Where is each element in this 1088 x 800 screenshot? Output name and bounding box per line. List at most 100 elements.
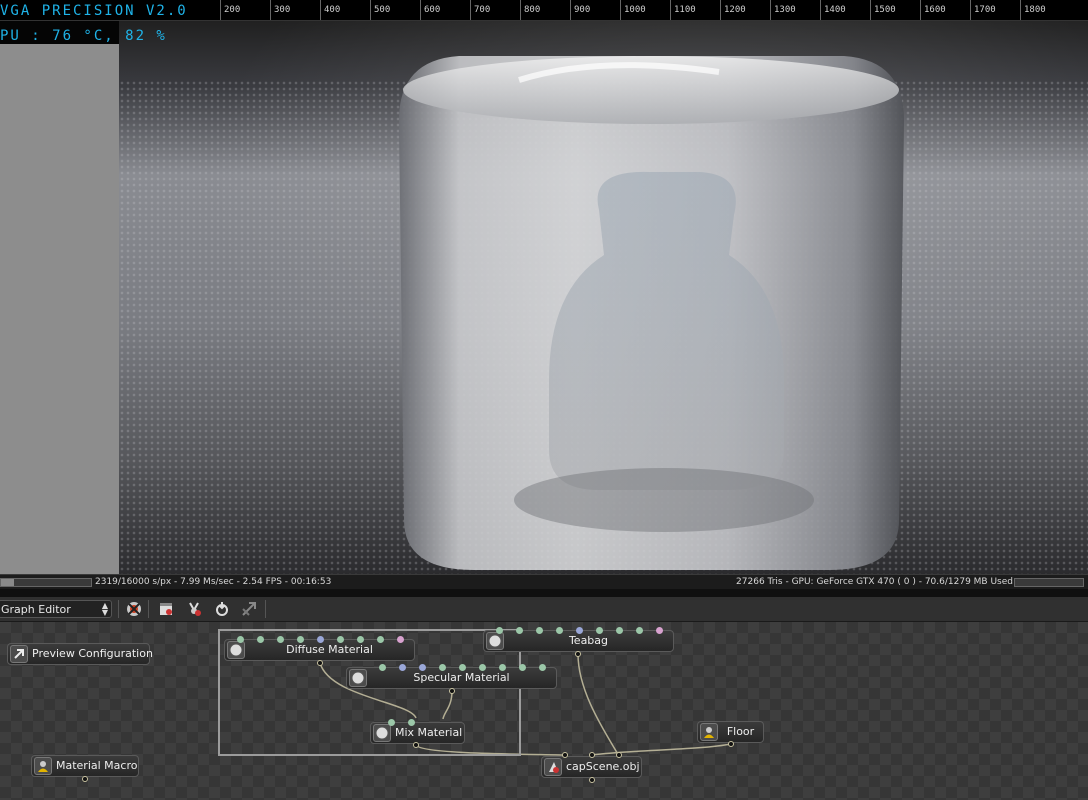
input-pin[interactable]: [499, 664, 506, 671]
node-label: Diffuse Material: [286, 643, 373, 656]
node-label: Material Macro: [56, 759, 138, 772]
input-pin[interactable]: [419, 664, 426, 671]
ruler-tick: 700: [470, 0, 490, 20]
render-button[interactable]: [155, 600, 177, 618]
import-icon: [216, 602, 228, 616]
input-pin[interactable]: [377, 636, 384, 643]
ruler-tick: 1700: [970, 0, 996, 20]
input-pin[interactable]: [237, 636, 244, 643]
node-specular-material[interactable]: Specular Material: [346, 667, 557, 689]
output-pin[interactable]: [575, 651, 581, 657]
delete-node-icon: [127, 602, 141, 616]
material-sphere-icon: [227, 641, 245, 659]
hud-gpu-temp: PU : 76 °C, 82 %: [0, 28, 167, 44]
render-clapper-icon: [160, 603, 172, 615]
node-floor[interactable]: Floor: [697, 721, 764, 743]
hud-title: VGA PRECISION V2.0: [0, 3, 188, 19]
node-preview-configuration[interactable]: Preview Configuration: [7, 643, 153, 665]
add-lamp-button[interactable]: [183, 600, 205, 618]
input-pin[interactable]: [297, 636, 304, 643]
delete-node-button[interactable]: [123, 600, 145, 618]
gpu-stats: 27266 Tris - GPU: GeForce GTX 470 ( 0 ) …: [736, 577, 1013, 587]
editor-type-label: Graph Editor: [1, 603, 71, 616]
ruler-tick: 300: [270, 0, 290, 20]
editor-type-select[interactable]: Graph Editor ▲ ▼: [0, 600, 112, 618]
output-pin[interactable]: [562, 752, 568, 758]
input-pin[interactable]: [616, 627, 623, 634]
import-button[interactable]: [211, 600, 233, 618]
toolbar-divider: [118, 600, 119, 618]
panel-divider[interactable]: [0, 589, 1088, 597]
ruler-tick: 500: [370, 0, 390, 20]
material-sphere-icon: [486, 632, 504, 650]
output-pin[interactable]: [317, 660, 323, 666]
preview-config-icon: [10, 645, 28, 663]
ruler-tick: 1600: [920, 0, 946, 20]
input-pin[interactable]: [379, 664, 386, 671]
input-pin[interactable]: [539, 664, 546, 671]
input-pin[interactable]: [408, 719, 415, 726]
input-pin[interactable]: [357, 636, 364, 643]
input-pin[interactable]: [337, 636, 344, 643]
render-image: [119, 20, 1088, 574]
ruler-tick: 1800: [1020, 0, 1046, 20]
ruler-tick: 1400: [820, 0, 846, 20]
node-capscene-obj[interactable]: capScene.obj: [541, 756, 642, 778]
ruler-tick: 1000: [620, 0, 646, 20]
input-pin[interactable]: [596, 627, 603, 634]
node-label: Preview Configuration: [32, 647, 153, 660]
output-pin[interactable]: [616, 752, 622, 758]
output-pin[interactable]: [449, 688, 455, 694]
ruler-tick: 900: [570, 0, 590, 20]
macro-person-icon: [34, 757, 52, 775]
input-pin[interactable]: [576, 627, 583, 634]
input-pin[interactable]: [388, 719, 395, 726]
updown-arrows-icon: ▲ ▼: [101, 601, 108, 617]
add-lamp-icon: [189, 602, 201, 616]
node-label: Mix Material: [395, 726, 463, 739]
input-pin[interactable]: [656, 627, 663, 634]
input-pin[interactable]: [636, 627, 643, 634]
ruler-tick: 600: [420, 0, 440, 20]
ruler-tick: 400: [320, 0, 340, 20]
node-label: Floor: [726, 725, 755, 738]
output-pin[interactable]: [589, 777, 595, 783]
input-pin[interactable]: [459, 664, 466, 671]
input-pin[interactable]: [536, 627, 543, 634]
input-pin[interactable]: [317, 636, 324, 643]
node-mix-material[interactable]: Mix Material: [370, 722, 465, 744]
input-pin[interactable]: [479, 664, 486, 671]
node-material-macro[interactable]: Material Macro: [31, 755, 139, 777]
output-pin[interactable]: [82, 776, 88, 782]
ruler-tick: 1200: [720, 0, 746, 20]
mesh-file-icon: [544, 758, 562, 776]
ruler-tick: 800: [520, 0, 540, 20]
input-pin[interactable]: [496, 627, 503, 634]
output-pin[interactable]: [728, 741, 734, 747]
input-pin[interactable]: [399, 664, 406, 671]
toolbar-divider: [265, 600, 266, 618]
ruler-tick: 1500: [870, 0, 896, 20]
macro-person-icon: [700, 723, 718, 741]
node-label: Specular Material: [413, 671, 510, 684]
material-sphere-icon: [349, 669, 367, 687]
input-pin[interactable]: [397, 636, 404, 643]
input-pin[interactable]: [277, 636, 284, 643]
ruler-tick: 1300: [770, 0, 796, 20]
output-pin[interactable]: [413, 742, 419, 748]
graph-toolbar: Graph Editor ▲ ▼: [0, 597, 1088, 622]
node-graph-canvas[interactable]: Preview Configuration Diffuse Material S…: [0, 622, 1088, 800]
input-pin[interactable]: [439, 664, 446, 671]
render-stats: 2319/16000 s/px - 7.99 Ms/sec - 2.54 FPS…: [95, 577, 332, 587]
ruler-tick: 200: [220, 0, 240, 20]
memory-bar: [1014, 578, 1084, 587]
input-pin[interactable]: [556, 627, 563, 634]
render-viewport[interactable]: 200 300 400 500 600 700 800 900 1000 1100 1200 1300…: [0, 0, 1088, 574]
input-pin[interactable]: [519, 664, 526, 671]
node-label: capScene.obj: [566, 760, 640, 773]
export-button[interactable]: [238, 600, 260, 618]
input-pin[interactable]: [516, 627, 523, 634]
input-pin[interactable]: [257, 636, 264, 643]
output-pin[interactable]: [589, 752, 595, 758]
left-panel: [0, 44, 119, 574]
